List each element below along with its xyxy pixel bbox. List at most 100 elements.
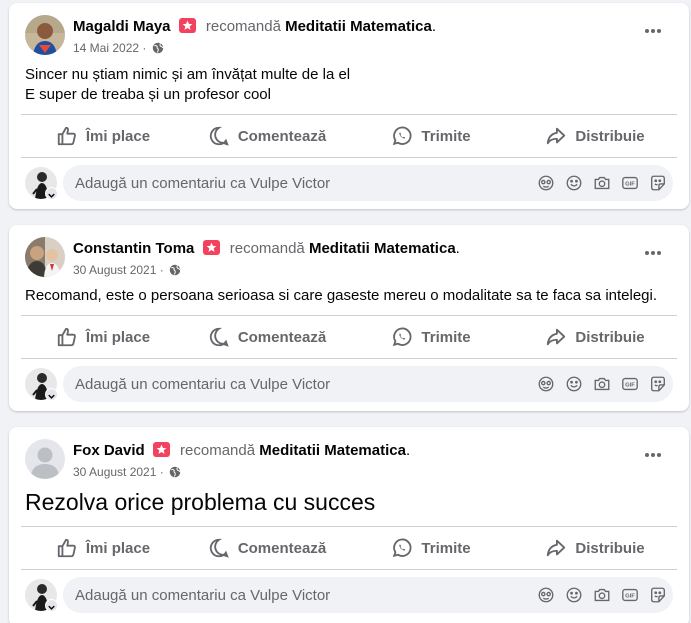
- chevron-down-icon[interactable]: [45, 187, 58, 200]
- more-options-button[interactable]: [641, 445, 669, 465]
- page-name-link[interactable]: Meditatii Matematica: [285, 18, 432, 35]
- emoji-icon[interactable]: [565, 586, 583, 604]
- sticker-icon[interactable]: [537, 586, 555, 604]
- comment-button[interactable]: Comentează: [185, 527, 349, 569]
- post-date[interactable]: 14 Mai 2022: [73, 41, 139, 55]
- post-date[interactable]: 30 August 2021: [73, 263, 156, 277]
- post-card: Fox David recomandă Meditatii Matematica…: [9, 427, 689, 623]
- post-body: Rezolva orice problema cu succes: [25, 488, 375, 516]
- gif-icon[interactable]: GIF: [621, 174, 639, 192]
- globe-icon: [169, 466, 181, 478]
- like-button[interactable]: Îmi place: [21, 527, 185, 569]
- emoji-icon[interactable]: [565, 174, 583, 192]
- post-header: Magaldi Maya recomandă Meditatii Matemat…: [25, 15, 665, 57]
- like-button[interactable]: Îmi place: [21, 316, 185, 358]
- more-options-button[interactable]: [641, 243, 669, 263]
- avatar-photo: [25, 237, 65, 277]
- star-badge-icon: [152, 442, 170, 457]
- share-button[interactable]: Distribuie: [513, 115, 677, 157]
- author-name[interactable]: Fox David: [73, 442, 145, 459]
- action-bar: Îmi place Comentează Trimite Distribuie: [21, 526, 677, 570]
- post-text-line: Recomand, este o persoana serioasa si ca…: [25, 287, 658, 304]
- sticker-smile-icon[interactable]: [649, 174, 667, 192]
- title-period: .: [455, 240, 460, 257]
- star-badge-icon: [178, 18, 196, 33]
- recommends-text: recomandă: [229, 240, 305, 257]
- whatsapp-icon: [393, 327, 412, 347]
- emoji-icon[interactable]: [565, 375, 583, 393]
- sticker-icon[interactable]: [537, 174, 555, 192]
- camera-icon[interactable]: [593, 174, 611, 192]
- post-title-line: Magaldi Maya recomandă Meditatii Matemat…: [73, 18, 436, 36]
- author-avatar[interactable]: [25, 237, 65, 277]
- comment-placeholder: Adaugă un comentariu ca Vulpe Victor: [75, 375, 331, 393]
- page-name-link[interactable]: Meditatii Matematica: [259, 442, 406, 459]
- comment-composer: Adaugă un comentariu ca Vulpe Victor GIF: [25, 165, 673, 201]
- comment-composer: Adaugă un comentariu ca Vulpe Victor GIF: [25, 366, 673, 402]
- more-icon: [645, 453, 649, 457]
- comment-placeholder: Adaugă un comentariu ca Vulpe Victor: [75, 586, 331, 604]
- comment-label: Comentează: [237, 539, 327, 557]
- comment-input[interactable]: Adaugă un comentariu ca Vulpe Victor GIF: [63, 577, 673, 613]
- camera-icon[interactable]: [593, 586, 611, 604]
- title-period: .: [405, 442, 411, 459]
- share-icon: [547, 127, 566, 145]
- comment-tools: GIF: [527, 586, 667, 604]
- share-button[interactable]: Distribuie: [513, 527, 677, 569]
- action-bar: Îmi place Comentează Trimite Distribuie: [21, 315, 677, 359]
- like-icon: [57, 126, 76, 146]
- comment-label: Comentează: [237, 328, 327, 346]
- comment-button[interactable]: Comentează: [185, 316, 349, 358]
- send-label: Trimite: [421, 127, 471, 145]
- comment-icon: [209, 327, 229, 347]
- comment-placeholder: Adaugă un comentariu ca Vulpe Victor: [75, 174, 331, 192]
- comment-tools: GIF: [527, 375, 667, 393]
- post-title-line: Fox David recomandă Meditatii Matematica…: [73, 442, 410, 460]
- send-button[interactable]: Trimite: [349, 115, 513, 157]
- sticker-smile-icon[interactable]: [649, 586, 667, 604]
- author-name[interactable]: Constantin Toma: [73, 240, 194, 257]
- comment-input[interactable]: Adaugă un comentariu ca Vulpe Victor GIF: [63, 366, 673, 402]
- send-button[interactable]: Trimite: [349, 316, 513, 358]
- sticker-icon[interactable]: [537, 375, 555, 393]
- star-badge-icon: [202, 240, 220, 255]
- share-icon: [547, 328, 566, 346]
- globe-icon: [169, 264, 181, 276]
- post-body: Sincer nu știam nimic și am învățat mult…: [25, 65, 350, 105]
- whatsapp-icon: [393, 126, 412, 146]
- recommends-text: recomandă: [180, 442, 256, 459]
- chevron-down-icon[interactable]: [45, 388, 58, 401]
- chevron-down-icon[interactable]: [45, 599, 58, 612]
- sticker-smile-icon[interactable]: [649, 375, 667, 393]
- post-date[interactable]: 30 August 2021: [73, 465, 156, 479]
- comment-icon: [209, 538, 229, 558]
- author-avatar[interactable]: [25, 439, 65, 479]
- like-button[interactable]: Îmi place: [21, 115, 185, 157]
- like-icon: [57, 538, 76, 558]
- page-name-link[interactable]: Meditatii Matematica: [309, 240, 456, 257]
- share-icon: [547, 539, 566, 557]
- post-meta: 30 August 2021 ·: [73, 465, 181, 479]
- default-avatar-icon: [25, 439, 65, 479]
- comment-input[interactable]: Adaugă un comentariu ca Vulpe Victor GIF: [63, 165, 673, 201]
- gif-icon[interactable]: GIF: [621, 586, 639, 604]
- post-text-line: Sincer nu știam nimic și am învățat mult…: [25, 66, 351, 83]
- send-button[interactable]: Trimite: [349, 527, 513, 569]
- comment-tools: GIF: [527, 174, 667, 192]
- more-icon: [645, 29, 649, 33]
- recommends-text: recomandă: [205, 18, 281, 35]
- gif-icon[interactable]: GIF: [621, 375, 639, 393]
- more-options-button[interactable]: [641, 21, 669, 41]
- comment-button[interactable]: Comentează: [185, 115, 349, 157]
- title-period: .: [431, 18, 436, 35]
- post-body: Recomand, este o persoana serioasa si ca…: [25, 286, 657, 306]
- comment-label: Comentează: [237, 127, 327, 145]
- like-label: Îmi place: [85, 127, 151, 145]
- author-avatar[interactable]: [25, 15, 65, 55]
- camera-icon[interactable]: [593, 375, 611, 393]
- post-text-line: Rezolva orice problema cu succes: [25, 489, 376, 515]
- action-bar: Îmi place Comentează Trimite Distribuie: [21, 114, 677, 158]
- author-name[interactable]: Magaldi Maya: [73, 18, 171, 35]
- date-separator: ·: [159, 465, 164, 479]
- share-button[interactable]: Distribuie: [513, 316, 677, 358]
